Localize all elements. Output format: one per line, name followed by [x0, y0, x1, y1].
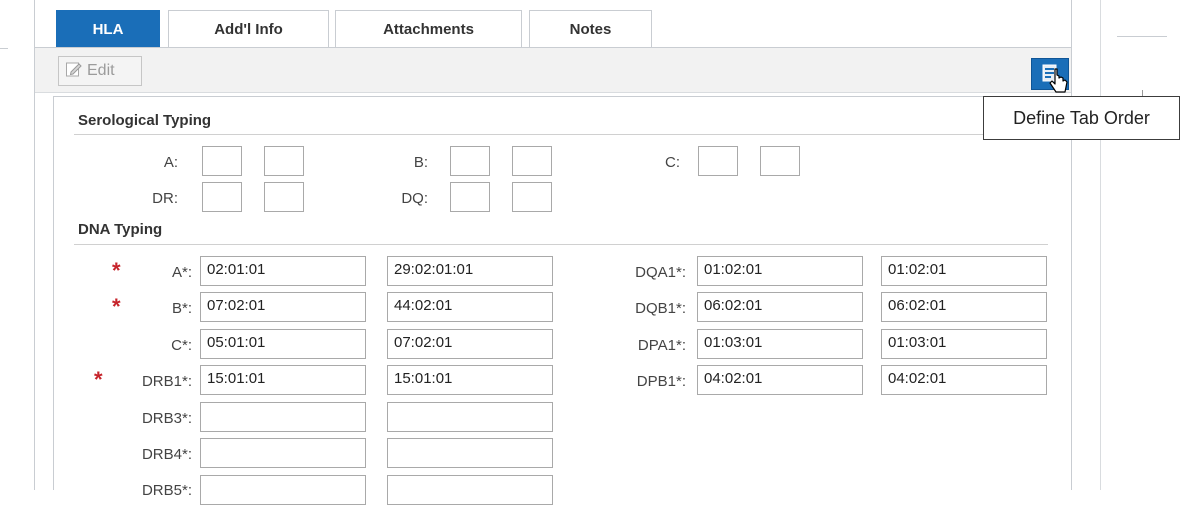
- dna-c-2-input[interactable]: 07:02:01: [387, 329, 553, 359]
- tab-addl-info[interactable]: Add'l Info: [168, 10, 329, 48]
- dna-dpb1-1-input[interactable]: 04:02:01: [697, 365, 863, 395]
- left-rail-divider: [0, 48, 8, 49]
- tab-notes-label: Notes: [569, 21, 612, 38]
- dna-dpb1-label: DPB1*:: [636, 373, 686, 390]
- sero-dq-1-input[interactable]: [450, 182, 490, 212]
- serological-divider: [74, 134, 1048, 135]
- sero-dr-label: DR:: [152, 190, 178, 207]
- right-gutter-border: [1100, 0, 1101, 490]
- sero-b-2-input[interactable]: [512, 146, 552, 176]
- tab-attachments[interactable]: Attachments: [335, 10, 522, 48]
- sero-c-1-input[interactable]: [698, 146, 738, 176]
- dna-drb3-label: DRB3*:: [141, 410, 192, 427]
- dna-c-label: C*:: [171, 337, 192, 354]
- dna-drb4-label: DRB4*:: [141, 446, 192, 463]
- sero-a-1-input[interactable]: [202, 146, 242, 176]
- dna-drb4-2-input[interactable]: [387, 438, 553, 468]
- serological-typing-title: Serological Typing: [78, 112, 212, 129]
- sero-dq-2-input[interactable]: [512, 182, 552, 212]
- sero-b-1-input[interactable]: [450, 146, 490, 176]
- dna-drb5-1-input[interactable]: [200, 475, 366, 505]
- dna-divider: [74, 244, 1048, 245]
- dna-drb1-2-input[interactable]: 15:01:01: [387, 365, 553, 395]
- dna-drb3-2-input[interactable]: [387, 402, 553, 432]
- right-gutter-divider: [1117, 36, 1167, 37]
- tab-attachments-label: Attachments: [383, 21, 474, 38]
- sero-dq-label: DQ:: [401, 190, 428, 207]
- dna-c-1-input[interactable]: 05:01:01: [200, 329, 366, 359]
- tab-hla[interactable]: HLA: [56, 10, 160, 48]
- mouse-cursor-icon: [1046, 66, 1072, 100]
- dna-drb1-label: DRB1*:: [141, 373, 192, 390]
- dna-dpa1-1-input[interactable]: 01:03:01: [697, 329, 863, 359]
- tooltip-text: Define Tab Order: [1013, 107, 1150, 128]
- tab-notes[interactable]: Notes: [529, 10, 652, 48]
- dna-a-label: A*:: [171, 264, 192, 281]
- dna-b-2-input[interactable]: 44:02:01: [387, 292, 553, 322]
- pencil-edit-icon: [65, 60, 83, 83]
- dna-drb1-1-input[interactable]: 15:01:01: [200, 365, 366, 395]
- dna-b-1-input[interactable]: 07:02:01: [200, 292, 366, 322]
- dna-dqa1-label: DQA1*:: [635, 264, 686, 281]
- sero-dr-1-input[interactable]: [202, 182, 242, 212]
- left-rail: [0, 0, 8, 490]
- dna-dqb1-1-input[interactable]: 06:02:01: [697, 292, 863, 322]
- dna-a-2-input[interactable]: 29:02:01:01: [387, 256, 553, 286]
- dna-dqa1-2-input[interactable]: 01:02:01: [881, 256, 1047, 286]
- tab-hla-label: HLA: [92, 21, 124, 38]
- dna-drb3-1-input[interactable]: [200, 402, 366, 432]
- dna-dqb1-2-input[interactable]: 06:02:01: [881, 292, 1047, 322]
- dna-dpb1-2-input[interactable]: 04:02:01: [881, 365, 1047, 395]
- sero-c-2-input[interactable]: [760, 146, 800, 176]
- sero-a-2-input[interactable]: [264, 146, 304, 176]
- edit-button-label: Edit: [87, 62, 115, 79]
- sero-b-label: B:: [413, 154, 428, 171]
- dna-drb5-2-input[interactable]: [387, 475, 553, 505]
- dna-dqa1-1-input[interactable]: 01:02:01: [697, 256, 863, 286]
- dna-typing-title: DNA Typing: [78, 221, 163, 238]
- dna-b-label: B*:: [171, 300, 192, 317]
- sero-dr-2-input[interactable]: [264, 182, 304, 212]
- sero-a-label: A:: [163, 154, 178, 171]
- toolbar: [35, 48, 1071, 93]
- define-tab-order-tooltip: Define Tab Order: [983, 96, 1180, 140]
- tab-addl-info-label: Add'l Info: [214, 21, 283, 38]
- dna-dpa1-label: DPA1*:: [637, 337, 686, 354]
- dna-drb5-label: DRB5*:: [141, 482, 192, 499]
- edit-button[interactable]: Edit: [58, 56, 142, 86]
- dna-drb4-1-input[interactable]: [200, 438, 366, 468]
- dna-a-1-input[interactable]: 02:01:01: [200, 256, 366, 286]
- dna-dqb1-label: DQB1*:: [635, 300, 686, 317]
- sero-c-label: C:: [665, 154, 680, 171]
- dna-dpa1-2-input[interactable]: 01:03:01: [881, 329, 1047, 359]
